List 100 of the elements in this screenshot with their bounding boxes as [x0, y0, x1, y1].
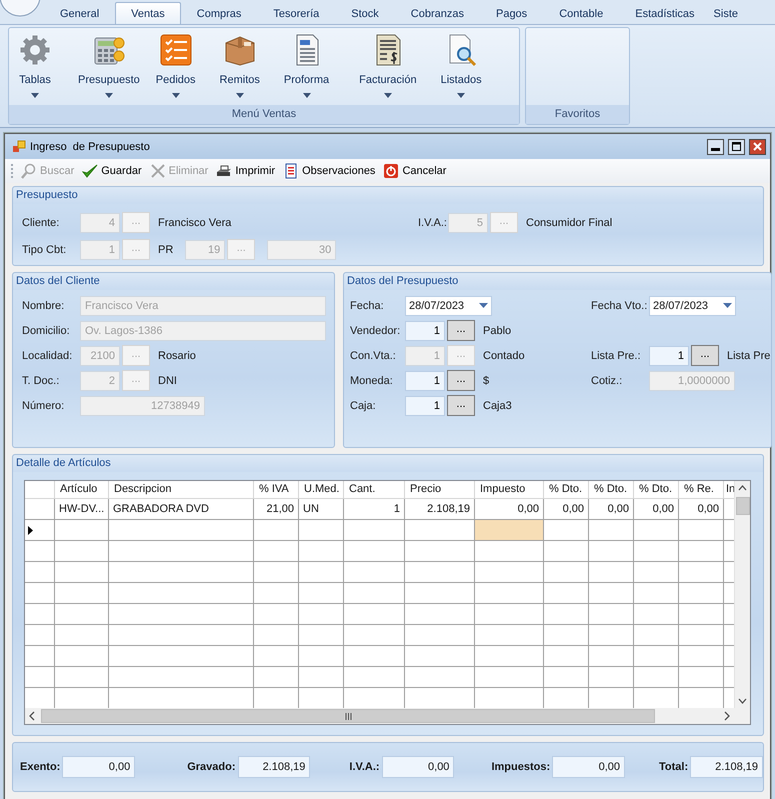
table-cell [475, 646, 544, 667]
table-cell [254, 667, 299, 688]
vertical-scrollbar[interactable] [734, 481, 750, 708]
toolbar-button[interactable]: Guardar [81, 163, 143, 179]
table-cell [55, 625, 109, 646]
lookup-button[interactable]: ... [447, 370, 475, 391]
table-cell [299, 562, 344, 583]
column-header[interactable]: % Re. [679, 481, 724, 499]
column-header[interactable]: % Dto. [634, 481, 679, 499]
column-header[interactable]: % Dto. [589, 481, 634, 499]
table-cell [299, 646, 344, 667]
code-field[interactable]: 1 [405, 396, 445, 416]
table-cell [475, 541, 544, 562]
column-header[interactable]: Artículo [55, 481, 109, 499]
date-picker[interactable]: 28/07/2023 [649, 296, 736, 316]
field-label: Domicilio: [22, 324, 71, 336]
lookup-button[interactable]: ... [447, 395, 475, 416]
panel-title: Datos del Cliente [13, 273, 334, 290]
table-cell: UN [299, 499, 344, 520]
toolbar-button[interactable]: Cancelar [382, 163, 448, 179]
table-cell [55, 604, 109, 625]
field-label: Fecha Vto.: [591, 300, 647, 312]
table-cell: HW-DV... [55, 499, 109, 520]
column-header[interactable]: U.Med. [299, 481, 344, 499]
scrollbar-thumb[interactable] [736, 497, 750, 515]
ribbon-tab[interactable]: Cobranzas [394, 2, 480, 24]
ribbon-tab[interactable]: Estadísticas [619, 2, 711, 24]
table-cell [475, 562, 544, 583]
table-cell [299, 667, 344, 688]
ribbon-button[interactable]: Listados [438, 30, 485, 102]
ribbon-button[interactable]: Remitos [216, 30, 263, 102]
window-title: Ingreso de Presupuesto [30, 140, 151, 152]
table-cell [589, 604, 634, 625]
total-field[interactable]: 0,00 [62, 756, 136, 778]
ribbon-tab[interactable]: Contable [543, 2, 620, 24]
lookup-button[interactable]: ... [447, 320, 475, 341]
total-field[interactable]: 0,00 [382, 756, 454, 778]
ribbon-tab[interactable]: Compras [180, 2, 258, 24]
ribbon-tab[interactable]: Stock [335, 2, 395, 24]
lookup-button[interactable]: ... [691, 345, 719, 366]
table-cell [405, 667, 475, 688]
field-label: Lista Pre.: [591, 350, 642, 362]
field-label: Nombre: [22, 300, 66, 312]
grip-icon [344, 712, 352, 720]
search-icon [21, 163, 37, 179]
total-field[interactable]: 2.108,19 [690, 756, 763, 778]
field-caption: Consumidor Final [526, 216, 612, 228]
column-header[interactable]: % Dto. [544, 481, 589, 499]
ribbon-tab[interactable]: Ventas [115, 2, 181, 24]
toolbar-button[interactable]: Imprimir [215, 163, 276, 179]
table-cell: 0,00 [679, 499, 724, 520]
dropdown-caret-icon [236, 93, 244, 98]
field-caption: Rosario [158, 350, 196, 362]
field-label: Con.Vta.: [350, 350, 397, 362]
scrollbar-thumb[interactable] [41, 709, 655, 723]
close-button[interactable] [749, 138, 766, 154]
group-title: Favoritos [526, 105, 629, 124]
column-header[interactable]: Precio [405, 481, 475, 499]
code-field[interactable]: 1 [649, 346, 689, 366]
field-label: I.V.A.: [418, 216, 446, 228]
code-field[interactable]: 1 [405, 370, 445, 390]
table-cell: 0,00 [544, 499, 589, 520]
horizontal-scrollbar[interactable] [25, 708, 734, 724]
ribbon-tab[interactable]: Tesorería [257, 2, 336, 24]
total-label: I.V.A.: [349, 761, 380, 773]
field-label: T. Doc.: [22, 374, 60, 386]
table-cell [254, 604, 299, 625]
ribbon-tab[interactable]: Pagos [480, 2, 544, 24]
table-cell [544, 625, 589, 646]
close-icon [150, 163, 166, 179]
table-cell: 0,00 [589, 499, 634, 520]
ribbon-button[interactable]: Presupuesto [75, 30, 143, 102]
total-field[interactable]: 0,00 [552, 756, 625, 778]
column-header[interactable]: Cant. [344, 481, 405, 499]
ribbon-button[interactable]: Facturación [356, 30, 420, 102]
column-header[interactable]: Descripcion [109, 481, 254, 499]
ribbon-button[interactable]: Tablas [15, 30, 55, 102]
ribbon-button[interactable]: Pedidos [152, 30, 199, 102]
date-picker[interactable]: 28/07/2023 [405, 296, 492, 316]
dropdown-caret-icon [384, 93, 392, 98]
minimize-button[interactable] [707, 138, 724, 154]
dropdown-caret-icon [457, 93, 466, 98]
field-label: Moneda: [350, 374, 394, 386]
gear-icon [18, 33, 52, 67]
column-header[interactable]: % IVA [254, 481, 299, 499]
ribbon-button[interactable]: Proforma [280, 30, 332, 102]
maximize-button[interactable] [728, 138, 745, 154]
toolbar-button[interactable]: Observaciones [282, 163, 376, 179]
ribbon-tab[interactable]: General [44, 2, 116, 24]
code-field[interactable]: 1 [405, 320, 445, 340]
table-cell [344, 667, 405, 688]
column-header[interactable]: Impuesto [475, 481, 544, 499]
table-cell [344, 562, 405, 583]
window-icon [12, 140, 26, 154]
total-field[interactable]: 2.108,19 [238, 756, 310, 778]
table-cell [405, 583, 475, 604]
field-label: Caja: [350, 400, 377, 412]
ribbon-tab[interactable]: Siste [710, 2, 742, 24]
row-header[interactable] [25, 520, 55, 541]
dropdown-caret-icon [302, 93, 310, 98]
